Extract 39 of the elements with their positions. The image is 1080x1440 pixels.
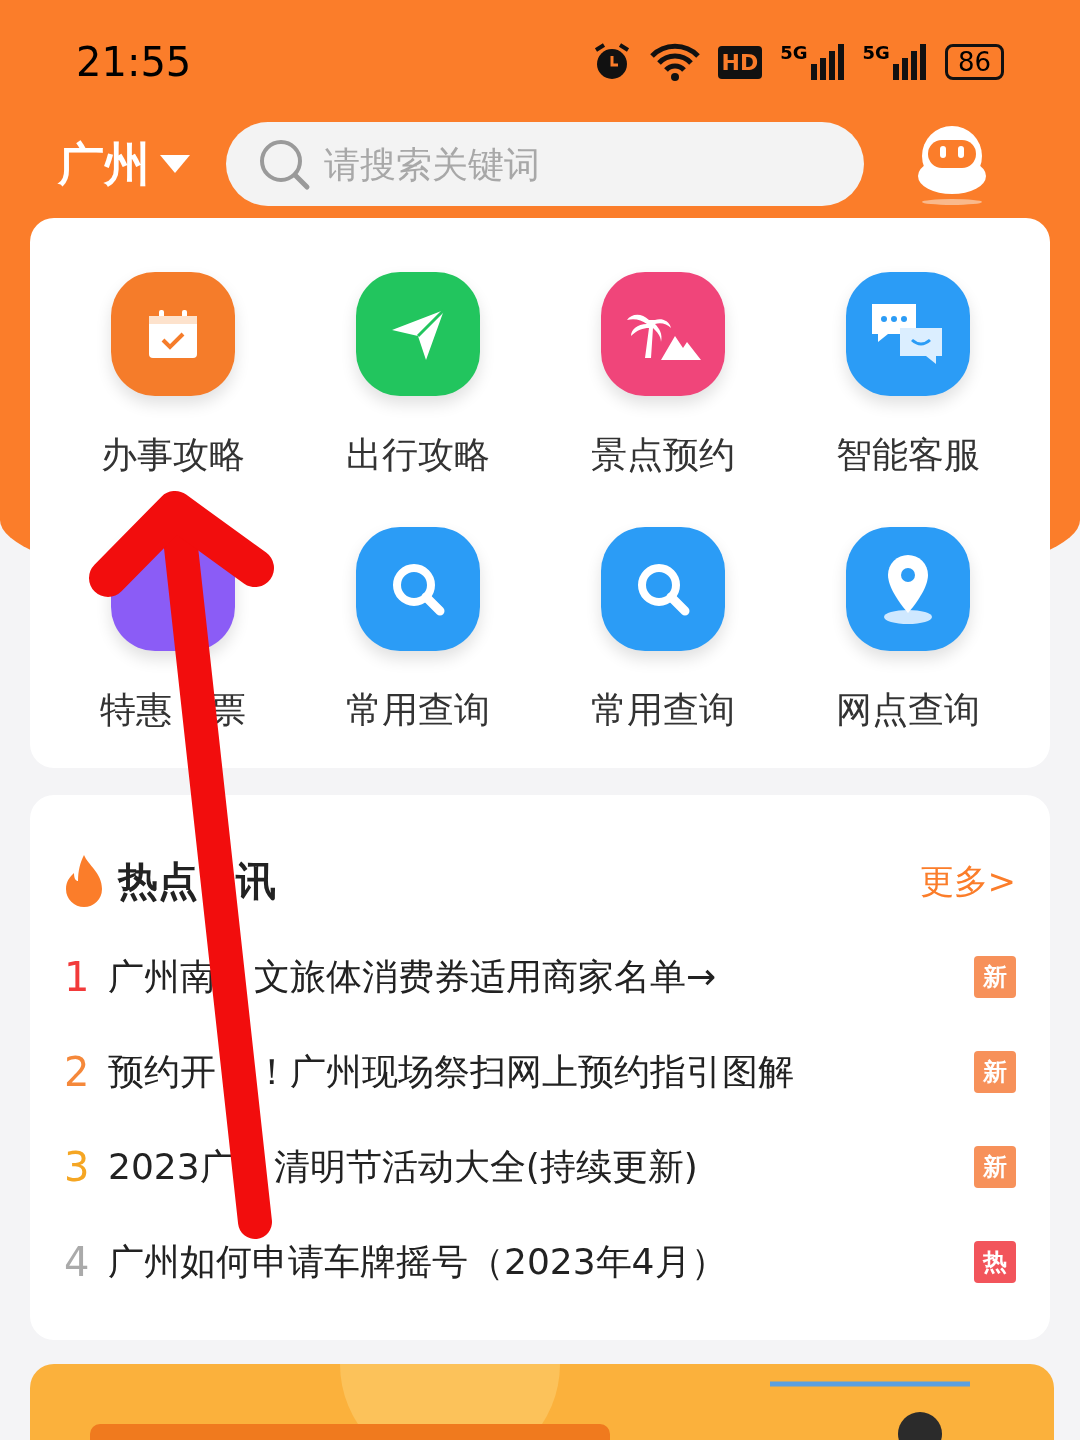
wifi-icon [649, 42, 700, 82]
clock-time: 21:55 [76, 38, 192, 87]
service-shortcut[interactable]: 出行攻略 [295, 272, 540, 527]
news-headline: 清明节活动大全(持续更新) [273, 1144, 698, 1189]
rank-number: 3 [64, 1142, 91, 1192]
news-headline: 广州如何申请车牌摇号（2023年4月） [108, 1239, 727, 1284]
news-item[interactable]: 2 预约开 ！广州现场祭扫网上预约指引图解 新 [64, 1024, 1016, 1119]
service-shortcut[interactable]: 常用查询 [295, 527, 540, 782]
rank-number: 4 [64, 1237, 91, 1287]
news-item[interactable]: 1 广州南 文旅体消费券适用商家名单→ 新 [64, 929, 1016, 1024]
service-label: 特惠 [99, 688, 172, 732]
battery-indicator: 86 [944, 44, 1004, 80]
search-field[interactable]: 请搜索关键词 [226, 122, 864, 206]
network-type-label: 5G [780, 44, 808, 62]
news-headline: 文旅体消费券适用商家名单→ [254, 954, 717, 999]
news-item[interactable]: 4 广州如何申请车牌摇号（2023年4月） 热 [64, 1214, 1016, 1309]
news-tag: 热 [974, 1240, 1016, 1283]
news-tag: 新 [974, 1145, 1016, 1188]
section-title: 热点 [118, 857, 198, 906]
hot-flame-icon [64, 853, 104, 909]
service-shortcut[interactable]: 智能客服 [785, 272, 1030, 527]
news-tag: 新 [974, 955, 1016, 998]
rank-number: 2 [64, 1047, 91, 1097]
signal-bars-icon [810, 44, 845, 80]
service-shortcut[interactable]: 景点预约 [540, 272, 785, 527]
caret-icon [160, 155, 190, 173]
service-shortcut[interactable]: 网点查询 [785, 527, 1030, 782]
section-title: 讯 [236, 857, 276, 906]
news-headline: ！广州现场祭扫网上预约指引图解 [254, 1049, 794, 1094]
news-headline: 2023广 [108, 1144, 236, 1189]
news-tag: 新 [974, 1050, 1016, 1093]
service-shortcut[interactable]: 常用查询 [540, 527, 785, 782]
network-type-label: 5G [862, 44, 890, 62]
news-headline: 预约开 [108, 1049, 216, 1094]
news-item[interactable]: 3 2023广 清明节活动大全(持续更新) 新 [64, 1119, 1016, 1214]
rank-number: 1 [64, 952, 91, 1002]
signal-bars-icon [892, 44, 927, 80]
news-headline: 广州南 [108, 954, 216, 999]
service-shortcut[interactable]: 办事攻略 [50, 272, 295, 527]
